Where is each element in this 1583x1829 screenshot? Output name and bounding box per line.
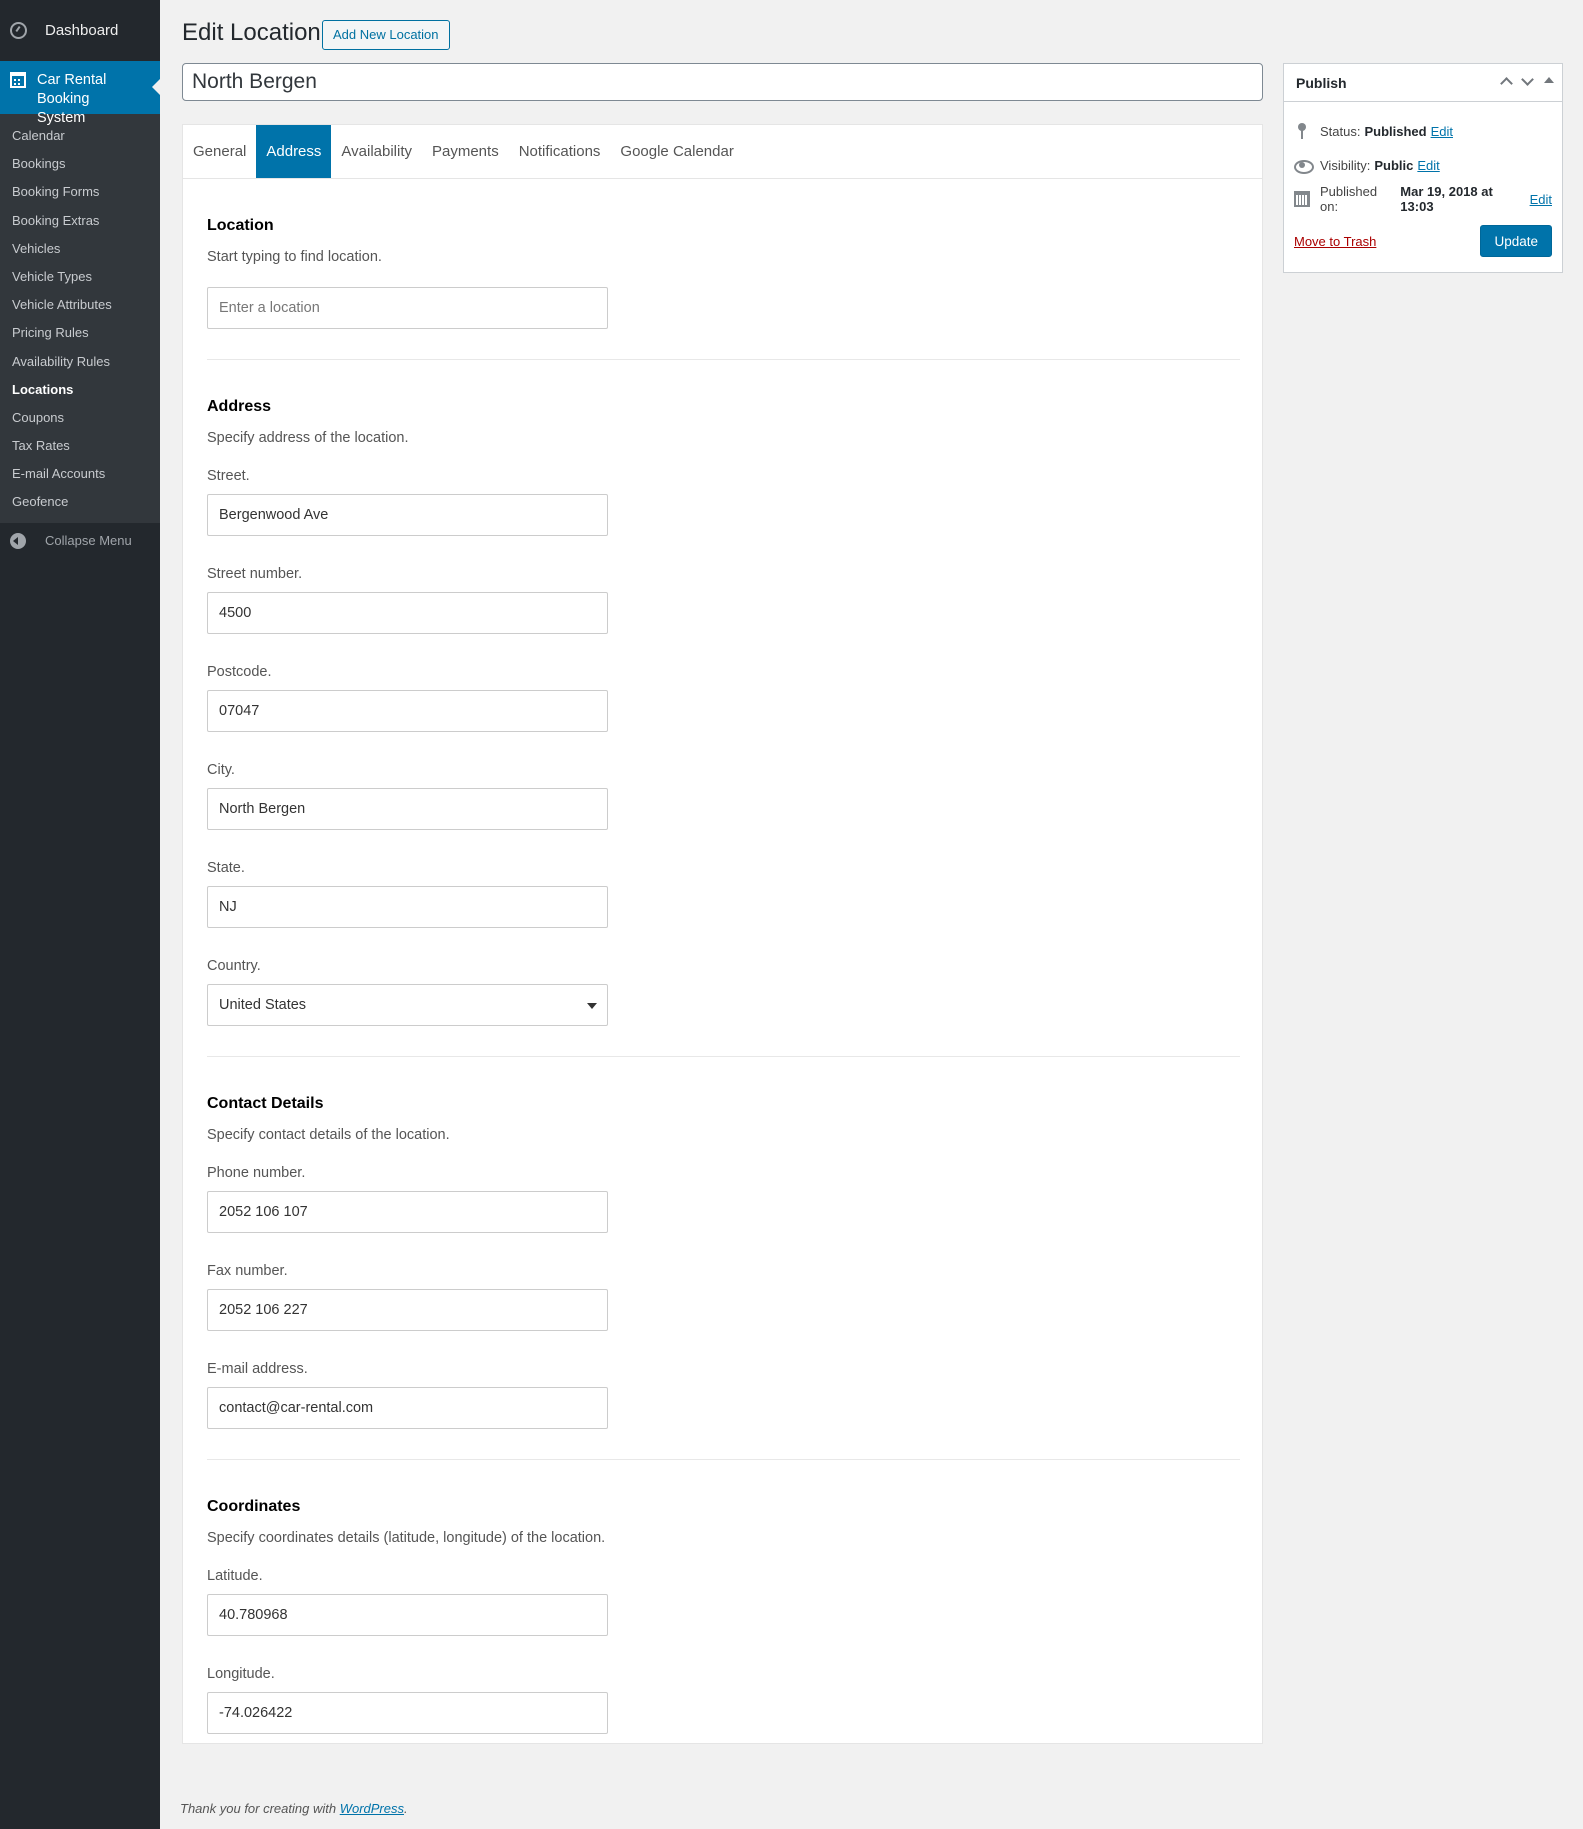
location-section-title: Location [207, 217, 274, 234]
latitude-input[interactable] [207, 1594, 608, 1636]
sidebar-item-vehicle-types[interactable]: Vehicle Types [0, 263, 160, 291]
section-divider [207, 1459, 1240, 1460]
published-on-value: Mar 19, 2018 at 13:03 [1400, 184, 1493, 214]
sidebar-item-bookings[interactable]: Bookings [0, 150, 160, 178]
state-input[interactable] [207, 886, 608, 928]
wordpress-link[interactable]: WordPress [340, 1801, 404, 1816]
visibility-value: Public [1374, 157, 1414, 173]
tab-availability[interactable]: Availability [331, 125, 422, 178]
publish-date-row: Published on: Mar 19, 2018 at 13:03 Edit [1294, 182, 1552, 216]
post-title-input[interactable] [182, 63, 1263, 101]
collapse-arrow-icon [10, 532, 26, 549]
edit-date-link[interactable]: Edit [1530, 192, 1552, 207]
email-input[interactable] [207, 1387, 608, 1429]
sidebar-item-locations[interactable]: Locations [0, 376, 160, 404]
fax-input[interactable] [207, 1289, 608, 1331]
update-button[interactable]: Update [1480, 225, 1552, 257]
location-settings-panel: General Address Availability Payments No… [182, 124, 1263, 1744]
visibility-label: Visibility: [1320, 157, 1371, 173]
move-down-icon[interactable] [1521, 73, 1534, 86]
sidebar-submenu: Calendar Bookings Booking Forms Booking … [0, 114, 160, 523]
edit-status-link[interactable]: Edit [1431, 124, 1453, 139]
sidebar-item-tax-rates[interactable]: Tax Rates [0, 432, 160, 460]
coordinates-section-description: Specify coordinates details (latitude, l… [207, 1530, 606, 1546]
location-section-description: Start typing to find location. [207, 249, 382, 265]
status-value: Published [1364, 123, 1427, 139]
sidebar-item-booking-forms[interactable]: Booking Forms [0, 178, 160, 206]
publish-status-row: Status: Published Edit [1294, 114, 1552, 148]
street-number-label: Street number. [207, 566, 303, 582]
footer-end: . [404, 1801, 408, 1816]
dashboard-icon [10, 22, 27, 39]
move-up-icon[interactable] [1500, 77, 1513, 90]
publish-box: Publish Status: Published Edit Visibilit… [1283, 63, 1563, 273]
country-label: Country. [207, 958, 261, 974]
eye-icon [1294, 157, 1314, 174]
postcode-input[interactable] [207, 690, 608, 732]
tab-google-calendar[interactable]: Google Calendar [610, 125, 743, 178]
pin-icon [1294, 123, 1310, 139]
sidebar-item-dashboard[interactable]: Dashboard [0, 0, 160, 61]
admin-footer: Thank you for creating with WordPress. [180, 1801, 408, 1816]
sidebar-item-coupons[interactable]: Coupons [0, 404, 160, 432]
state-label: State. [207, 860, 245, 876]
sidebar-item-vehicles[interactable]: Vehicles [0, 235, 160, 263]
sidebar-item-availability-rules[interactable]: Availability Rules [0, 348, 160, 376]
tab-payments[interactable]: Payments [422, 125, 509, 178]
calendar-icon [10, 72, 26, 88]
sidebar-item-email-accounts[interactable]: E-mail Accounts [0, 460, 160, 488]
footer-text: Thank you for creating with [180, 1801, 337, 1816]
latitude-label: Latitude. [207, 1568, 263, 1584]
publish-actions: Move to Trash Update [1284, 225, 1562, 257]
contact-section-description: Specify contact details of the location. [207, 1127, 450, 1143]
publish-box-title: Publish [1296, 74, 1347, 91]
sidebar-active-menu-label: Car Rental Booking System [37, 72, 107, 126]
move-to-trash-link[interactable]: Move to Trash [1294, 234, 1376, 249]
phone-input[interactable] [207, 1191, 608, 1233]
country-selected-value: United States [219, 997, 307, 1013]
sidebar-item-vehicle-attributes[interactable]: Vehicle Attributes [0, 291, 160, 319]
tab-general[interactable]: General [183, 125, 256, 178]
sidebar-item-booking-extras[interactable]: Booking Extras [0, 207, 160, 235]
address-section-title: Address [207, 398, 272, 415]
published-on-label: Published on: [1320, 184, 1378, 214]
address-section-description: Specify address of the location. [207, 430, 409, 446]
page-title: Edit Location [182, 19, 321, 46]
section-divider [207, 1056, 1240, 1057]
sidebar-item-geofence[interactable]: Geofence [0, 488, 160, 516]
contact-section-title: Contact Details [207, 1095, 324, 1112]
city-label: City. [207, 762, 235, 778]
sidebar-item-pricing-rules[interactable]: Pricing Rules [0, 319, 160, 347]
city-input[interactable] [207, 788, 608, 830]
publish-box-header: Publish [1284, 64, 1562, 102]
admin-sidebar: Dashboard Car Rental Booking System Cale… [0, 0, 160, 1829]
fax-label: Fax number. [207, 1263, 288, 1279]
tab-notifications[interactable]: Notifications [509, 125, 611, 178]
phone-label: Phone number. [207, 1165, 306, 1181]
calendar-icon [1294, 191, 1310, 207]
street-number-input[interactable] [207, 592, 608, 634]
add-new-location-button[interactable]: Add New Location [322, 20, 450, 50]
edit-visibility-link[interactable]: Edit [1417, 158, 1439, 173]
street-input[interactable] [207, 494, 608, 536]
collapse-menu-label: Collapse Menu [45, 533, 132, 549]
country-select[interactable]: United States [207, 984, 608, 1026]
section-divider [207, 359, 1240, 360]
coordinates-section-title: Coordinates [207, 1498, 301, 1515]
sidebar-item-car-rental[interactable]: Car Rental Booking System [0, 61, 160, 126]
email-label: E-mail address. [207, 1361, 308, 1377]
street-label: Street. [207, 468, 250, 484]
location-search-input[interactable] [207, 287, 608, 329]
dropdown-caret-icon [587, 1003, 597, 1009]
toggle-panel-icon[interactable] [1544, 77, 1554, 83]
tab-address[interactable]: Address [256, 125, 332, 178]
collapse-menu-button[interactable]: Collapse Menu [0, 523, 160, 559]
status-label: Status: [1320, 123, 1361, 139]
sidebar-dashboard-label: Dashboard [45, 22, 119, 39]
longitude-label: Longitude. [207, 1666, 275, 1682]
postcode-label: Postcode. [207, 664, 272, 680]
longitude-input[interactable] [207, 1692, 608, 1734]
settings-tabs: General Address Availability Payments No… [183, 125, 1262, 179]
publish-visibility-row: Visibility: Public Edit [1294, 148, 1552, 182]
